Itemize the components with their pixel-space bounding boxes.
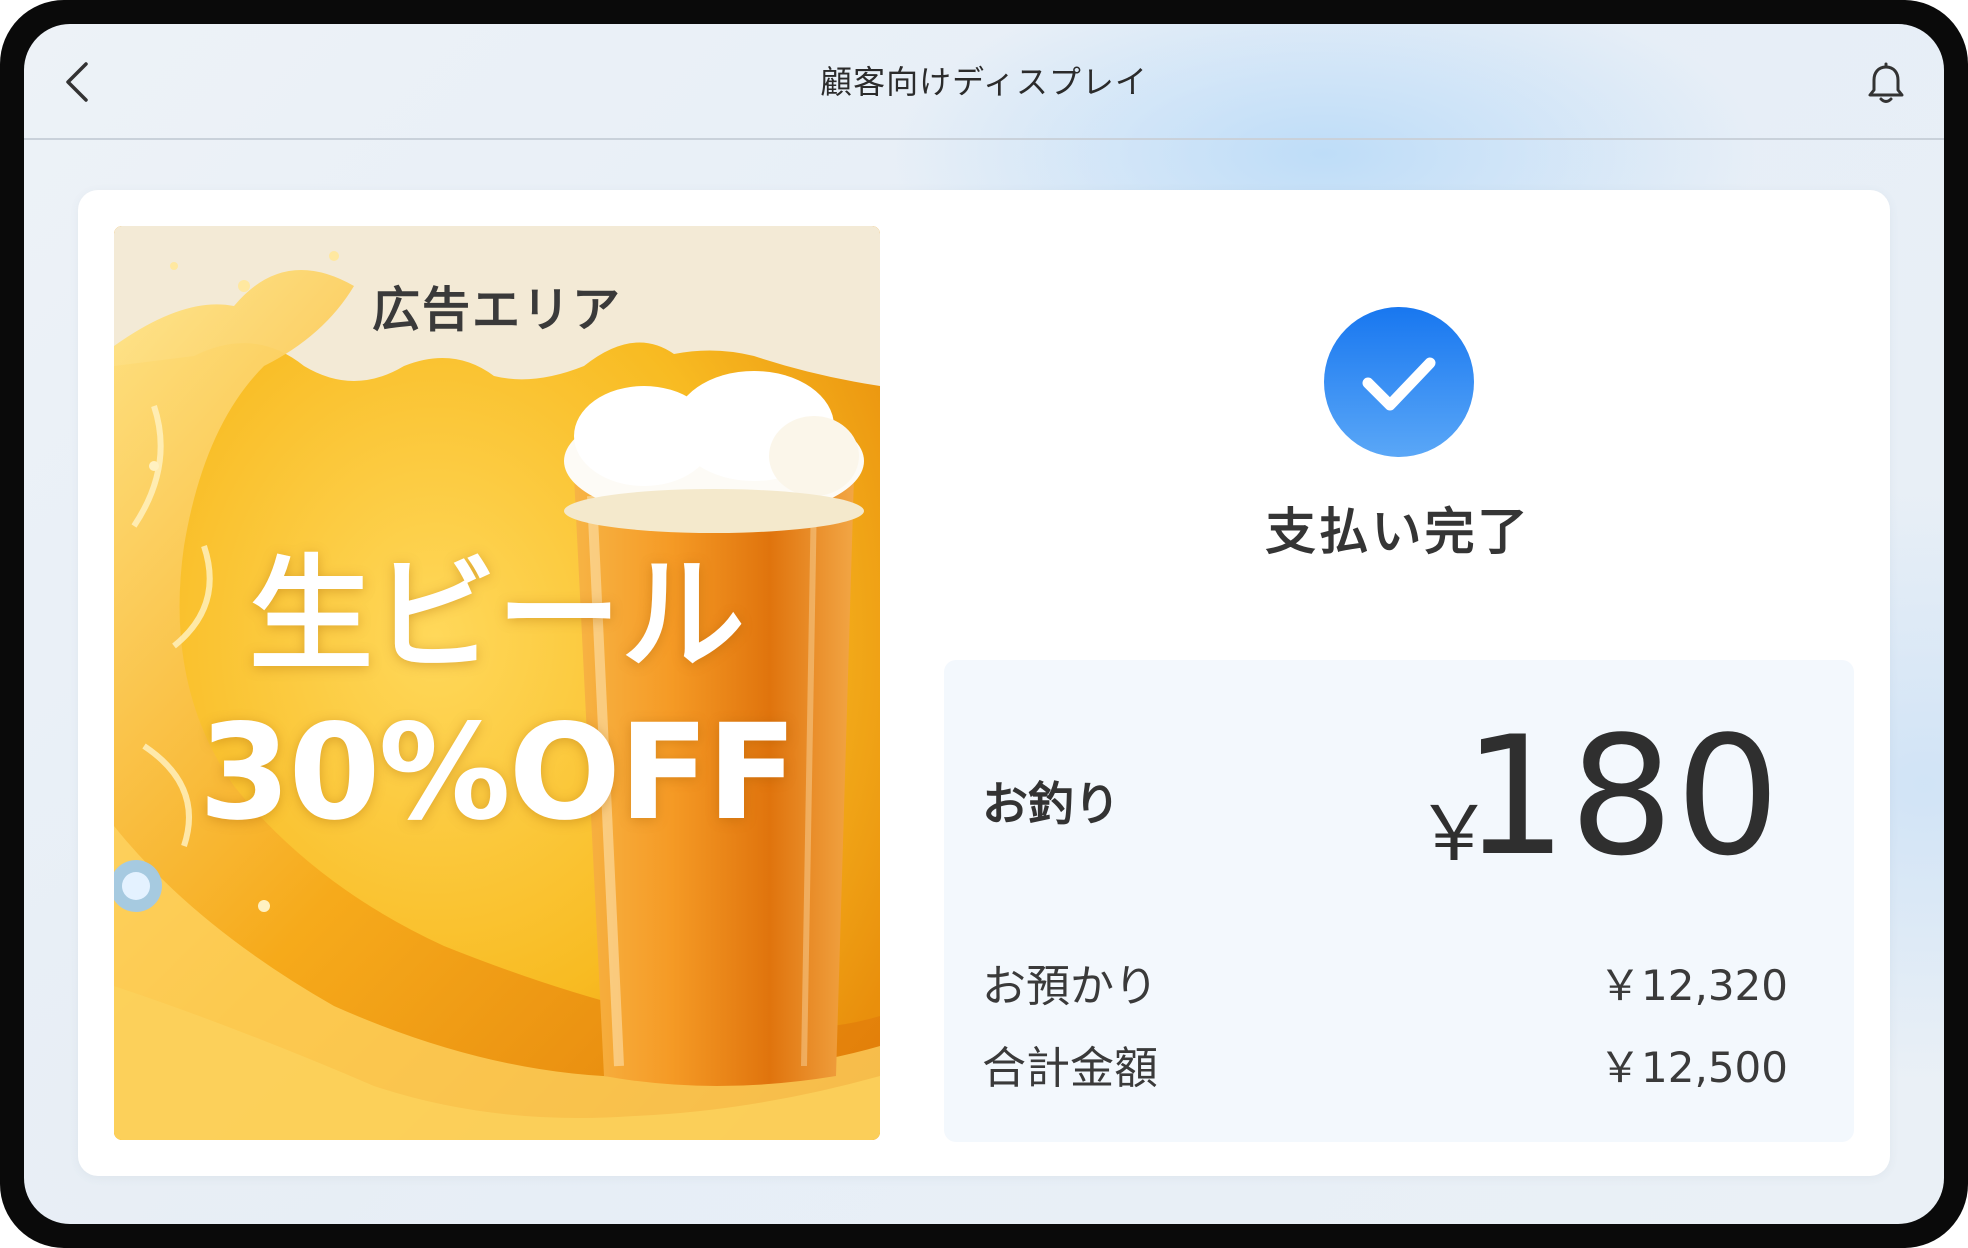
check-circle-icon [1324,307,1474,457]
ad-banner[interactable]: 広告エリア 生ビール 30%OFF [114,226,880,1140]
page-title: 顧客向けディスプレイ [820,63,1148,101]
content-card: 広告エリア 生ビール 30%OFF 支払い完了 お釣り ￥ 180 お預かり ￥… [78,190,1890,1176]
ad-area-label: 広告エリア [371,282,622,338]
bell-icon [1868,62,1904,103]
received-value: ￥12,320 [1599,961,1788,1010]
total-value: ￥12,500 [1599,1043,1788,1092]
tablet-frame: 顧客向けディスプレイ 広告エリア 生ビール 30%OFF 支払い完了 お釣り ￥… [0,0,1968,1248]
ad-offer: 30%OFF [198,696,798,850]
payment-summary: お釣り ￥ 180 お預かり ￥12,320 合計金額 ￥12,500 [944,660,1854,1142]
header-bar: 顧客向けディスプレイ [24,24,1944,140]
change-amount: 180 [1462,701,1782,892]
payment-status: 支払い完了 [1265,503,1531,561]
screen: 顧客向けディスプレイ 広告エリア 生ビール 30%OFF 支払い完了 お釣り ￥… [24,24,1944,1224]
ad-headline: 生ビール [248,544,745,688]
total-label: 合計金額 [982,1043,1158,1094]
received-label: お預かり [982,961,1158,1012]
notification-button[interactable] [1864,62,1908,106]
change-label: お釣り [982,777,1120,831]
